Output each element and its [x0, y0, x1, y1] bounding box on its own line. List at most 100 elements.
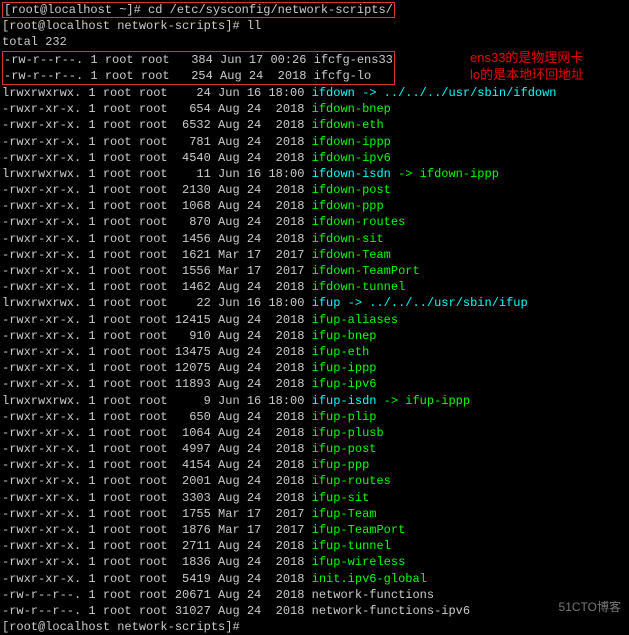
file-perms: -rwxr-xr-x. 1 root root 1456 Aug 24 2018 — [2, 232, 312, 246]
file-name: ifdown-ppp — [312, 199, 384, 213]
cmd-line-2[interactable]: [root@localhost network-scripts]# ll — [2, 18, 627, 34]
annotation-lo: lo的是本地环回地址 — [470, 67, 584, 83]
file-name: init.ipv6-global — [312, 572, 427, 586]
file-name: ifup-wireless — [312, 555, 406, 569]
list-row: -rwxr-xr-x. 1 root root 4154 Aug 24 2018… — [2, 457, 627, 473]
file-perms: -rwxr-xr-x. 1 root root 654 Aug 24 2018 — [2, 102, 312, 116]
file-perms: lrwxrwxrwx. 1 root root 24 Jun 16 18:00 — [2, 86, 312, 100]
file-name: ifup — [312, 296, 341, 310]
list-row: -rwxr-xr-x. 1 root root 1556 Mar 17 2017… — [2, 263, 627, 279]
file-perms: -rwxr-xr-x. 1 root root 5419 Aug 24 2018 — [2, 572, 312, 586]
file-perms: -rwxr-xr-x. 1 root root 2001 Aug 24 2018 — [2, 474, 312, 488]
file-perms: -rwxr-xr-x. 1 root root 1621 Mar 17 2017 — [2, 248, 312, 262]
cmd-line-1[interactable]: [root@localhost ~]# cd /etc/sysconfig/ne… — [2, 2, 627, 18]
prompt: [root@localhost ~]# — [4, 3, 148, 17]
annotation-ens33: ens33的是物理网卡 — [470, 50, 583, 66]
file-name: ifdown-isdn — [312, 167, 391, 181]
file-perms: -rw-r--r--. 1 root root 20671 Aug 24 201… — [2, 588, 312, 602]
file-name: ifup-ippp — [312, 361, 377, 375]
list-row: lrwxrwxrwx. 1 root root 9 Jun 16 18:00 i… — [2, 393, 627, 409]
watermark: 51CTO博客 — [559, 599, 621, 615]
list-row: -rwxr-xr-x. 1 root root 1462 Aug 24 2018… — [2, 279, 627, 295]
file-perms: -rwxr-xr-x. 1 root root 3303 Aug 24 2018 — [2, 491, 312, 505]
file-perms: -rwxr-xr-x. 1 root root 870 Aug 24 2018 — [2, 215, 312, 229]
file-perms: -rwxr-xr-x. 1 root root 781 Aug 24 2018 — [2, 135, 312, 149]
list-row: lrwxrwxrwx. 1 root root 11 Jun 16 18:00 … — [2, 166, 627, 182]
list-row: -rwxr-xr-x. 1 root root 2001 Aug 24 2018… — [2, 473, 627, 489]
file-perms: -rwxr-xr-x. 1 root root 1876 Mar 17 2017 — [2, 523, 312, 537]
file-perms: -rwxr-xr-x. 1 root root 910 Aug 24 2018 — [2, 329, 312, 343]
list-row: -rwxr-xr-x. 1 root root 3303 Aug 24 2018… — [2, 490, 627, 506]
cmd-cd: cd /etc/sysconfig/network-scripts/ — [148, 3, 393, 17]
symlink-target: -> ifdown-ippp — [391, 167, 499, 181]
list-row: -rwxr-xr-x. 1 root root 1836 Aug 24 2018… — [2, 554, 627, 570]
file-perms: -rwxr-xr-x. 1 root root 1068 Aug 24 2018 — [2, 199, 312, 213]
cmd-ll: ll — [247, 19, 261, 33]
file-name: ifup-bnep — [312, 329, 377, 343]
row-ifcfg-lo: -rw-r--r--. 1 root root 254 Aug 24 2018 … — [4, 69, 371, 83]
file-name: ifdown-post — [312, 183, 391, 197]
file-name: ifdown-eth — [312, 118, 384, 132]
file-perms: lrwxrwxrwx. 1 root root 9 Jun 16 18:00 — [2, 394, 312, 408]
file-perms: -rwxr-xr-x. 1 root root 1064 Aug 24 2018 — [2, 426, 312, 440]
file-perms: lrwxrwxrwx. 1 root root 22 Jun 16 18:00 — [2, 296, 312, 310]
file-name: ifdown-routes — [312, 215, 406, 229]
list-row: -rwxr-xr-x. 1 root root 13475 Aug 24 201… — [2, 344, 627, 360]
list-row: -rwxr-xr-x. 1 root root 1621 Mar 17 2017… — [2, 247, 627, 263]
total-line: total 232 — [2, 34, 627, 50]
list-row: -rwxr-xr-x. 1 root root 4540 Aug 24 2018… — [2, 150, 627, 166]
file-name: ifup-eth — [312, 345, 370, 359]
prompt: [root@localhost network-scripts]# — [2, 620, 247, 634]
symlink-target: -> ../../../usr/sbin/ifup — [340, 296, 527, 310]
row-ifcfg-ens33: -rw-r--r--. 1 root root 384 Jun 17 00:26… — [4, 53, 393, 67]
file-name: ifdown-Team — [312, 248, 391, 262]
list-row: -rwxr-xr-x. 1 root root 11893 Aug 24 201… — [2, 376, 627, 392]
list-row: -rwxr-xr-x. 1 root root 6532 Aug 24 2018… — [2, 117, 627, 133]
file-name: ifup-plip — [312, 410, 377, 424]
file-perms: -rwxr-xr-x. 1 root root 4154 Aug 24 2018 — [2, 458, 312, 472]
list-row: -rwxr-xr-x. 1 root root 1068 Aug 24 2018… — [2, 198, 627, 214]
file-name: network-functions-ipv6 — [312, 604, 470, 618]
list-row: lrwxrwxrwx. 1 root root 22 Jun 16 18:00 … — [2, 295, 627, 311]
list-row: lrwxrwxrwx. 1 root root 24 Jun 16 18:00 … — [2, 85, 627, 101]
list-row: -rwxr-xr-x. 1 root root 12075 Aug 24 201… — [2, 360, 627, 376]
list-row: -rwxr-xr-x. 1 root root 1064 Aug 24 2018… — [2, 425, 627, 441]
list-row: -rwxr-xr-x. 1 root root 2130 Aug 24 2018… — [2, 182, 627, 198]
file-perms: -rwxr-xr-x. 1 root root 4540 Aug 24 2018 — [2, 151, 312, 165]
file-perms: -rwxr-xr-x. 1 root root 1836 Aug 24 2018 — [2, 555, 312, 569]
file-name: ifup-isdn — [312, 394, 377, 408]
file-perms: -rwxr-xr-x. 1 root root 1556 Mar 17 2017 — [2, 264, 312, 278]
file-perms: -rwxr-xr-x. 1 root root 6532 Aug 24 2018 — [2, 118, 312, 132]
symlink-target: -> ../../../usr/sbin/ifdown — [355, 86, 557, 100]
file-perms: -rwxr-xr-x. 1 root root 13475 Aug 24 201… — [2, 345, 312, 359]
list-row: -rw-r--r--. 1 root root 31027 Aug 24 201… — [2, 603, 627, 619]
file-name: ifup-plusb — [312, 426, 384, 440]
cmd-line-3[interactable]: [root@localhost network-scripts]# — [2, 619, 627, 635]
file-perms: -rwxr-xr-x. 1 root root 2130 Aug 24 2018 — [2, 183, 312, 197]
file-perms: -rwxr-xr-x. 1 root root 1462 Aug 24 2018 — [2, 280, 312, 294]
file-name: ifup-tunnel — [312, 539, 391, 553]
file-perms: -rwxr-xr-x. 1 root root 1755 Mar 17 2017 — [2, 507, 312, 521]
file-listing: lrwxrwxrwx. 1 root root 24 Jun 16 18:00 … — [2, 85, 627, 619]
file-name: network-functions — [312, 588, 434, 602]
file-name: ifup-Team — [312, 507, 377, 521]
list-row: -rwxr-xr-x. 1 root root 4997 Aug 24 2018… — [2, 441, 627, 457]
file-name: ifdown-ippp — [312, 135, 391, 149]
file-perms: -rwxr-xr-x. 1 root root 4997 Aug 24 2018 — [2, 442, 312, 456]
file-name: ifup-aliases — [312, 313, 398, 327]
file-perms: -rwxr-xr-x. 1 root root 12075 Aug 24 201… — [2, 361, 312, 375]
file-name: ifup-sit — [312, 491, 370, 505]
file-name: ifup-TeamPort — [312, 523, 406, 537]
list-row: -rwxr-xr-x. 1 root root 654 Aug 24 2018 … — [2, 101, 627, 117]
file-name: ifdown-sit — [312, 232, 384, 246]
list-row: -rw-r--r--. 1 root root 20671 Aug 24 201… — [2, 587, 627, 603]
list-row: -rwxr-xr-x. 1 root root 1456 Aug 24 2018… — [2, 231, 627, 247]
list-row: -rwxr-xr-x. 1 root root 781 Aug 24 2018 … — [2, 134, 627, 150]
file-name: ifup-routes — [312, 474, 391, 488]
file-perms: lrwxrwxrwx. 1 root root 11 Jun 16 18:00 — [2, 167, 312, 181]
list-row: -rwxr-xr-x. 1 root root 650 Aug 24 2018 … — [2, 409, 627, 425]
file-name: ifup-post — [312, 442, 377, 456]
file-name: ifdown-TeamPort — [312, 264, 420, 278]
file-name: ifdown-ipv6 — [312, 151, 391, 165]
file-name: ifup-ppp — [312, 458, 370, 472]
